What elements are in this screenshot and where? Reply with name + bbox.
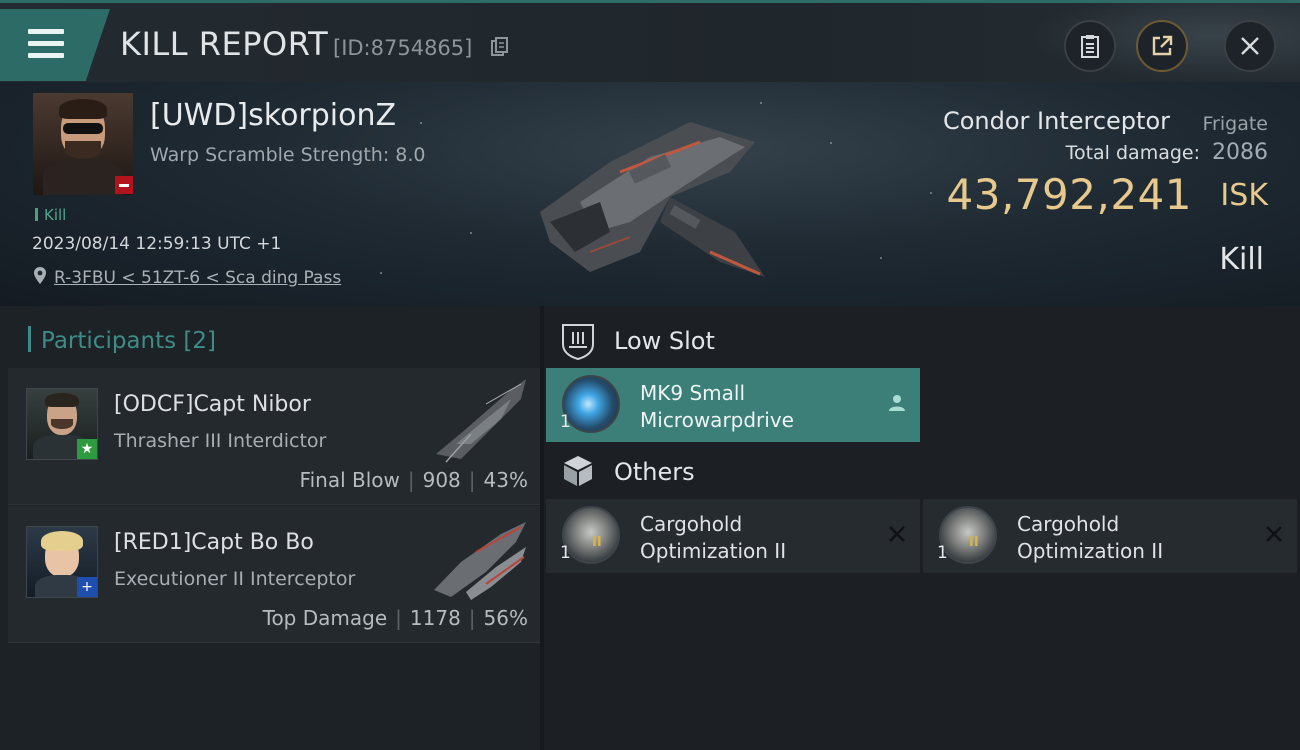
close-button[interactable] — [1224, 20, 1276, 72]
cargo-item[interactable]: II 1 Cargohold Optimization II — [546, 499, 920, 573]
item-name-line1: MK9 Small — [640, 381, 745, 405]
plus-icon: + — [77, 577, 97, 597]
participant-damage: 1178 — [409, 606, 461, 630]
others-cube-icon — [564, 456, 592, 486]
close-icon — [1241, 37, 1259, 55]
kill-tag-label: Kill — [44, 206, 67, 224]
item-name-line1: Cargohold — [640, 512, 743, 536]
victim-ship-class: Frigate — [1202, 113, 1268, 135]
kill-timestamp: 2023/08/14 12:59:13 UTC +1 — [32, 234, 282, 254]
kill-tag: Kill — [35, 206, 66, 224]
share-button[interactable] — [1136, 20, 1188, 72]
item-name-line2: Microwarpdrive — [640, 408, 794, 432]
victim-ship-name[interactable]: Condor Interceptor — [943, 107, 1170, 135]
tier-badge: II — [969, 535, 979, 550]
standing-negative-icon — [115, 176, 133, 194]
participant-portrait[interactable]: ★ — [26, 388, 98, 460]
participants-heading: Participants [2] — [28, 326, 216, 354]
tier-badge: II — [592, 535, 602, 550]
participant-portrait[interactable]: + — [26, 526, 98, 598]
kill-banner: [UWD]skorpionZ Warp Scramble Strength: 8… — [0, 82, 1300, 306]
total-damage-label: Total damage: — [1065, 142, 1200, 164]
condor-ship-image — [540, 122, 765, 277]
victim-name[interactable]: [UWD]skorpionZ — [150, 98, 396, 133]
participant-card[interactable]: ★ [ODCF]Capt Nibor Thrasher III Interdic… — [8, 368, 540, 505]
participant-card[interactable]: + [RED1]Capt Bo Bo Executioner II Interc… — [8, 506, 540, 643]
person-icon[interactable] — [886, 392, 908, 414]
destroyed-x-icon — [1266, 526, 1282, 542]
participant-name[interactable]: [RED1]Capt Bo Bo — [114, 530, 314, 555]
destroyed-x-icon — [889, 526, 905, 542]
menu-icon — [28, 29, 64, 65]
title-bar: KILL REPORT [ID:8754865] — [0, 0, 1300, 85]
participant-ship[interactable]: Thrasher III Interdictor — [114, 430, 326, 452]
star-icon: ★ — [77, 439, 97, 459]
participants-title: Participants — [41, 328, 177, 354]
module-item[interactable]: 1 MK9 Small Microwarpdrive — [546, 368, 920, 442]
fitting-panel: Low Slot 1 MK9 Small Microwarpdrive Othe… — [544, 306, 1300, 750]
star — [830, 142, 832, 144]
item-name-line1: Cargohold — [1017, 512, 1120, 536]
participant-stats: Final Blow | 908 | 43% — [299, 468, 528, 492]
report-id: [ID:8754865] — [333, 36, 473, 60]
star — [470, 232, 472, 234]
item-quantity: 1 — [560, 543, 571, 563]
isk-unit: ISK — [1220, 178, 1268, 213]
page-title: KILL REPORT — [120, 25, 329, 63]
item-quantity: 1 — [937, 543, 948, 563]
item-name: MK9 Small Microwarpdrive — [640, 380, 794, 434]
clipboard-icon — [1081, 35, 1099, 58]
clipboard-button[interactable] — [1064, 20, 1116, 72]
low-slot-icon — [562, 324, 594, 360]
participant-role: Top Damage — [262, 606, 388, 630]
kill-location-link[interactable]: R-3FBU < 51ZT-6 < Sca ding Pass — [54, 268, 341, 288]
share-icon — [1152, 35, 1173, 56]
warp-scramble-strength: Warp Scramble Strength: 8.0 — [150, 144, 426, 166]
cargo-item[interactable]: II 1 Cargohold Optimization II — [923, 499, 1297, 573]
menu-button[interactable] — [0, 9, 110, 81]
participant-percent: 56% — [483, 606, 528, 630]
item-name: Cargohold Optimization II — [1017, 511, 1163, 565]
isk-value: 43,792,241 — [946, 170, 1192, 219]
thrasher-ship-image — [436, 379, 526, 463]
participant-percent: 43% — [483, 468, 528, 492]
item-name-line2: Optimization II — [640, 539, 787, 563]
participant-role: Final Blow — [299, 468, 400, 492]
star — [420, 122, 422, 124]
copy-icon[interactable] — [491, 37, 509, 57]
item-name-line2: Optimization II — [1017, 539, 1164, 563]
kill-result: Kill — [1219, 242, 1264, 277]
participants-count: [2] — [183, 328, 217, 354]
item-quantity: 1 — [560, 412, 571, 432]
participant-stats: Top Damage | 1178 | 56% — [262, 606, 528, 630]
others-heading: Others — [614, 458, 695, 486]
star — [930, 192, 932, 194]
participant-damage: 908 — [422, 468, 461, 492]
participant-ship[interactable]: Executioner II Interceptor — [114, 568, 355, 590]
participant-name[interactable]: [ODCF]Capt Nibor — [114, 392, 311, 417]
low-slot-heading: Low Slot — [614, 327, 715, 355]
location-pin-icon — [34, 267, 46, 284]
star — [380, 272, 382, 274]
star — [880, 257, 882, 259]
participants-panel: Participants [2] ★ [ODCF]Capt Nibor Thra… — [0, 306, 540, 750]
total-damage-value: 2086 — [1212, 140, 1268, 165]
executioner-ship-image — [434, 522, 526, 600]
item-name: Cargohold Optimization II — [640, 511, 786, 565]
